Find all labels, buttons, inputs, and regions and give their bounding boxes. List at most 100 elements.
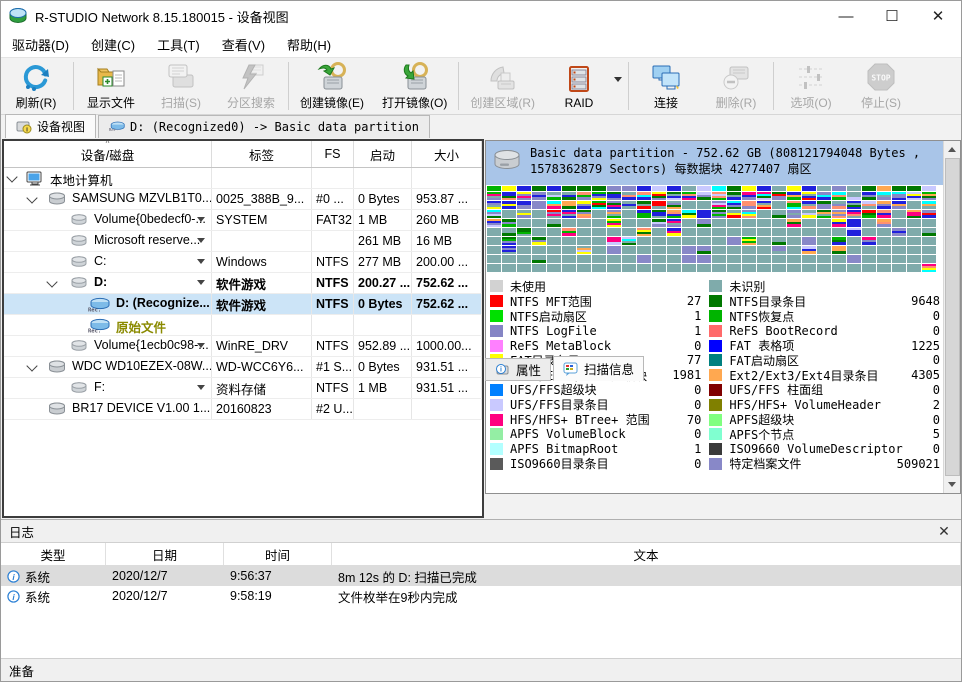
toolbar-button-raid[interactable]: RAID	[544, 58, 614, 114]
toolbar-button-label: 刷新(R)	[16, 94, 57, 111]
table-row-c-[interactable]: C:WindowsNTFS277 MB200.00 ...	[4, 252, 482, 273]
row-dropdown-icon[interactable]	[197, 238, 205, 243]
fs-cell: #1 S...	[312, 357, 354, 377]
toolbar-button-connect[interactable]: 连接	[631, 58, 701, 114]
scroll-down-icon[interactable]	[944, 476, 960, 493]
block-cell	[607, 228, 621, 236]
toolbar-button-options[interactable]: 选项(O)	[776, 58, 846, 114]
block-cell	[802, 246, 816, 254]
tab-properties[interactable]: i属性	[485, 358, 551, 381]
table-row-samsung-mzvlb1t0-[interactable]: SAMSUNG MZVLB1T0...0025_388B_9...#0 ...0…	[4, 189, 482, 210]
table-row-volume-0bedecf0-[interactable]: Volume{0bedecf0-...SYSTEMFAT321 MB260 MB	[4, 210, 482, 231]
toolbar-button-label: 显示文件	[87, 94, 135, 111]
block-cell	[907, 246, 921, 254]
scroll-up-icon[interactable]	[944, 141, 960, 158]
block-cell	[877, 192, 891, 200]
scan-panel-scrollbar[interactable]	[943, 141, 960, 493]
table-row-wdc-wd10ezex-08w-[interactable]: WDC WD10EZEX-08W...WD-WCC6Y6...#1 S...0 …	[4, 357, 482, 378]
block-cell	[727, 228, 741, 236]
toolbar-button-delete[interactable]: 删除(R)	[701, 58, 771, 114]
label-cell: Windows	[212, 252, 312, 272]
menu-item-4[interactable]: 帮助(H)	[276, 32, 342, 57]
log-column-header-2[interactable]: 时间	[224, 543, 332, 565]
block-cell	[847, 192, 861, 200]
block-cell	[922, 210, 936, 218]
log-row-1[interactable]: i系统2020/12/79:58:19文件枚举在9秒内完成	[1, 586, 961, 606]
block-cell	[727, 237, 741, 245]
table-row-br17-device-v1-00-1-[interactable]: BR17 DEVICE V1.00 1....20160823#2 U...	[4, 399, 482, 420]
block-cell	[832, 201, 846, 209]
table-row-d-recognize-[interactable]: Rec.D: (Recognize...软件游戏NTFS0 Bytes752.6…	[4, 294, 482, 315]
row-dropdown-icon[interactable]	[197, 343, 205, 348]
log-column-header-3[interactable]: 文本	[332, 543, 961, 565]
block-cell	[877, 210, 891, 218]
legend-color-chip	[709, 384, 722, 396]
chevron-down-icon[interactable]	[26, 360, 37, 371]
tab-recognized-partition[interactable]: Rec.D: (Recognized0) -> Basic data parti…	[98, 115, 430, 138]
block-cell	[562, 201, 576, 209]
block-cell	[727, 219, 741, 227]
block-cell	[742, 219, 756, 227]
legend-color-chip	[490, 295, 503, 307]
block-cell	[502, 246, 516, 254]
toolbar-button-show-files[interactable]: 显示文件	[76, 58, 146, 114]
toolbar-button-label: 创建镜像(E)	[300, 94, 364, 111]
toolbar-button-open-image[interactable]: 打开镜像(O)	[373, 58, 456, 114]
scrollbar-thumb[interactable]	[945, 158, 960, 476]
menu-item-0[interactable]: 驱动器(D)	[1, 32, 80, 57]
chevron-down-icon[interactable]	[46, 276, 57, 287]
block-cell	[502, 237, 516, 245]
block-cell	[517, 228, 531, 236]
size-cell: 752.62 ...	[412, 294, 482, 314]
block-cell	[787, 246, 801, 254]
log-close-icon[interactable]: ✕	[935, 523, 953, 540]
chevron-down-icon[interactable]	[6, 171, 17, 182]
table-row-d-[interactable]: D:软件游戏NTFS200.27 ...752.62 ...	[4, 273, 482, 294]
tab-device-view[interactable]: i设备视图	[5, 114, 96, 138]
toolbar-button-partition-search[interactable]: 分区搜索	[216, 58, 286, 114]
toolbar-button-refresh[interactable]: 刷新(R)	[1, 58, 71, 114]
block-cell	[907, 237, 921, 245]
row-dropdown-icon[interactable]	[197, 385, 205, 390]
sort-indicator-icon: ^	[106, 139, 110, 148]
boot-cell	[354, 315, 412, 335]
table-row--[interactable]: 本地计算机	[4, 168, 482, 189]
row-dropdown-icon[interactable]	[197, 217, 205, 222]
connect-icon	[650, 61, 682, 93]
tab-scan-information[interactable]: 扫描信息	[553, 356, 644, 381]
log-row-0[interactable]: i系统2020/12/79:56:378m 12s 的 D: 扫描已完成	[1, 566, 961, 586]
minimize-button[interactable]: —	[823, 1, 869, 31]
table-row--[interactable]: Rec.原始文件	[4, 315, 482, 336]
toolbar-button-scan[interactable]: 扫描(S)	[146, 58, 216, 114]
column-header-0[interactable]: 设备/磁盘^	[4, 141, 212, 167]
table-row-microsoft-reserve-[interactable]: Microsoft reserve...261 MB16 MB	[4, 231, 482, 252]
close-button[interactable]: ✕	[915, 1, 961, 31]
toolbar-button-stop[interactable]: STOP停止(S)	[846, 58, 916, 114]
block-cell	[757, 246, 771, 254]
chevron-down-icon[interactable]	[26, 192, 37, 203]
fs-cell	[312, 168, 354, 188]
block-cell	[802, 219, 816, 227]
row-dropdown-icon[interactable]	[197, 280, 205, 285]
block-cell	[652, 255, 666, 263]
log-column-header-1[interactable]: 日期	[106, 543, 224, 565]
column-header-2[interactable]: FS	[312, 141, 354, 167]
menu-item-3[interactable]: 查看(V)	[211, 32, 276, 57]
table-row-volume-1ecb0c98-[interactable]: Volume{1ecb0c98-...WinRE_DRVNTFS952.89 .…	[4, 336, 482, 357]
column-header-4[interactable]: 大小	[412, 141, 482, 167]
block-cell	[517, 246, 531, 254]
block-cell	[772, 210, 786, 218]
menu-item-1[interactable]: 创建(C)	[80, 32, 146, 57]
scan-header[interactable]: Basic data partition - 752.62 GB (808121…	[486, 141, 943, 185]
log-column-header-0[interactable]: 类型	[1, 543, 106, 565]
column-header-1[interactable]: 标签	[212, 141, 312, 167]
toolbar-button-create-image[interactable]: 创建镜像(E)	[291, 58, 373, 114]
column-header-3[interactable]: 启动	[354, 141, 412, 167]
maximize-button[interactable]: ☐	[869, 1, 915, 31]
menu-item-2[interactable]: 工具(T)	[146, 32, 211, 57]
legend-count: 0	[688, 339, 701, 353]
raid-dropdown-icon[interactable]	[614, 58, 626, 114]
toolbar-button-create-region[interactable]: 创建区域(R)	[461, 58, 544, 114]
row-dropdown-icon[interactable]	[197, 259, 205, 264]
table-row-f-[interactable]: F:资料存储NTFS1 MB931.51 ...	[4, 378, 482, 399]
